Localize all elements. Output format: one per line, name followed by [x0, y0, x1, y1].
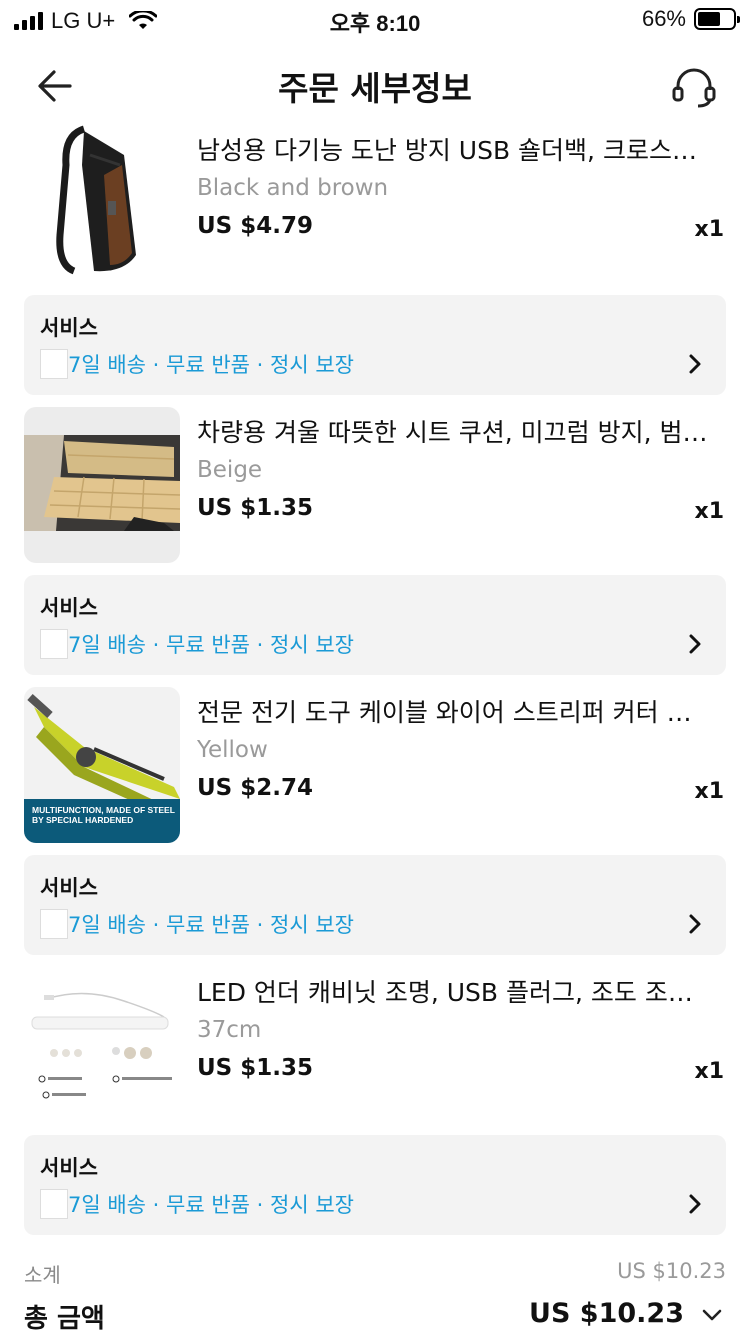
item-price: US $4.79: [197, 213, 313, 239]
chevron-right-icon[interactable]: [686, 913, 704, 935]
item-title[interactable]: 전문 전기 도구 케이블 와이어 스트리퍼 커터 압착기: [197, 693, 712, 729]
item-quantity: x1: [694, 1059, 725, 1084]
service-title: 서비스: [40, 876, 98, 900]
battery-fill: [698, 12, 721, 26]
chevron-right-icon[interactable]: [686, 353, 704, 375]
total-label: 총 금액: [24, 1304, 105, 1334]
status-right: 66%: [641, 6, 740, 32]
service-title: 서비스: [40, 316, 98, 340]
item-title[interactable]: 차량용 겨울 따뜻한 시트 쿠션, 미끄럼 방지, 범용 시트: [197, 413, 712, 449]
item-quantity: x1: [694, 499, 725, 524]
page-title: 주문 세부정보: [278, 69, 472, 108]
service-title: 서비스: [40, 596, 98, 620]
item-title[interactable]: 남성용 다기능 도난 방지 USB 숄더백, 크로스바디 백: [197, 131, 712, 167]
total-value[interactable]: US $10.23: [529, 1298, 684, 1329]
service-badge-icon: [40, 349, 68, 379]
service-row[interactable]: 서비스 7일 배송 · 무료 반품 · 정시 보장: [24, 855, 726, 955]
subtotal-label: 소계: [24, 1263, 61, 1287]
service-badge-icon: [40, 629, 68, 659]
item-quantity: x1: [694, 217, 725, 242]
item-price: US $1.35: [197, 495, 313, 521]
item-variant: Yellow: [197, 737, 268, 763]
subtotal-value: US $10.23: [617, 1259, 726, 1283]
service-badge-icon: [40, 1189, 68, 1219]
service-row[interactable]: 서비스 7일 배송 · 무료 반품 · 정시 보장: [24, 575, 726, 675]
battery-icon: [694, 8, 740, 30]
service-text: 7일 배송 · 무료 반품 · 정시 보장: [68, 633, 354, 657]
service-row[interactable]: 서비스 7일 배송 · 무료 반품 · 정시 보장: [24, 1135, 726, 1235]
headset-icon[interactable]: [670, 64, 718, 108]
item-price: US $1.35: [197, 1055, 313, 1081]
order-item[interactable]: MULTIFUNCTION, MADE OF STEEL BY SPECIAL …: [24, 687, 726, 847]
service-badge-icon: [40, 909, 68, 939]
item-variant: 37cm: [197, 1017, 262, 1043]
clock: 오후 8:10: [329, 11, 421, 36]
product-image-led-light: [24, 967, 180, 1123]
order-item[interactable]: LED 언더 캐비닛 조명, USB 플러그, 조도 조절 가능 37cm US…: [24, 967, 726, 1127]
battery-percent: 66%: [641, 6, 686, 31]
chevron-down-icon[interactable]: [700, 1307, 724, 1323]
product-image-shoulder-bag: [24, 125, 180, 281]
service-row[interactable]: 서비스 7일 배송 · 무료 반품 · 정시 보장: [24, 295, 726, 395]
item-price: US $2.74: [197, 775, 313, 801]
service-text: 7일 배송 · 무료 반품 · 정시 보장: [68, 353, 354, 377]
product-image-caption: MULTIFUNCTION, MADE OF STEEL BY SPECIAL …: [32, 805, 175, 825]
item-variant: Beige: [197, 457, 263, 483]
item-variant: Black and brown: [197, 175, 389, 201]
product-image-seat-cushion: [24, 407, 180, 563]
order-item[interactable]: 차량용 겨울 따뜻한 시트 쿠션, 미끄럼 방지, 범용 시트 Beige US…: [24, 407, 726, 567]
order-item[interactable]: 남성용 다기능 도난 방지 USB 숄더백, 크로스바디 백 Black and…: [24, 125, 726, 285]
header: 주문 세부정보: [0, 44, 750, 124]
item-title[interactable]: LED 언더 캐비닛 조명, USB 플러그, 조도 조절 가능: [197, 973, 712, 1009]
service-title: 서비스: [40, 1156, 98, 1180]
product-image-wire-stripper: MULTIFUNCTION, MADE OF STEEL BY SPECIAL …: [24, 687, 180, 843]
chevron-right-icon[interactable]: [686, 1193, 704, 1215]
item-quantity: x1: [694, 779, 725, 804]
service-text: 7일 배송 · 무료 반품 · 정시 보장: [68, 913, 354, 937]
status-bar: LG U+ 오후 8:10 66%: [0, 0, 750, 40]
service-text: 7일 배송 · 무료 반품 · 정시 보장: [68, 1193, 354, 1217]
chevron-right-icon[interactable]: [686, 633, 704, 655]
